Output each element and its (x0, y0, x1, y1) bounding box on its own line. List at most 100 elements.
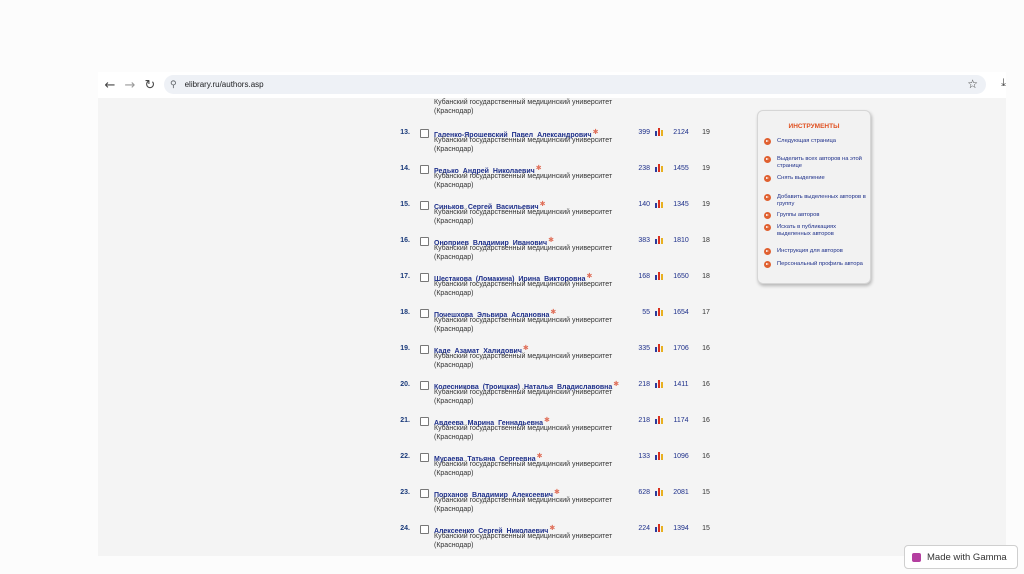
citations-count[interactable]: 1706 (670, 345, 692, 352)
citations-count[interactable]: 1174 (670, 417, 692, 424)
publications-count[interactable]: 218 (618, 417, 650, 424)
analysis-chart-icon[interactable] (655, 128, 663, 136)
citations-count[interactable]: 1394 (670, 525, 692, 532)
back-icon[interactable]: ← (100, 75, 120, 95)
row-number: 20. (400, 381, 410, 388)
publications-count[interactable]: 335 (618, 345, 650, 352)
author-row: 16. Оноприев Владимир Иванович✱ Кубански… (98, 235, 738, 271)
publications-count[interactable]: 399 (618, 129, 650, 136)
download-icon[interactable]: ⤓ (1001, 76, 1006, 90)
publications-count[interactable]: 168 (618, 273, 650, 280)
analysis-chart-icon[interactable] (655, 524, 663, 532)
row-number: 23. (400, 489, 410, 496)
address-bar[interactable]: ⚲ elibrary.ru/authors.asp ☆ (164, 75, 986, 94)
citations-count[interactable]: 2124 (670, 129, 692, 136)
author-affiliation: Кубанский государственный медицинский ун… (434, 425, 613, 441)
citations-count[interactable]: 1650 (670, 273, 692, 280)
tool-link[interactable]: Персональный профиль автора (764, 261, 867, 268)
arrow-bullet-icon (764, 212, 771, 219)
author-row: 15. Синьков Сергей Васильевич✱ Кубанский… (98, 199, 738, 235)
h-index: 19 (702, 129, 710, 136)
publications-count[interactable]: 628 (618, 489, 650, 496)
analysis-chart-icon[interactable] (655, 236, 663, 244)
made-with-gamma-badge[interactable]: Made with Gamma (904, 545, 1018, 569)
publications-count[interactable]: 140 (618, 201, 650, 208)
citations-count[interactable]: 1455 (670, 165, 692, 172)
analysis-chart-icon[interactable] (655, 308, 663, 316)
row-number: 21. (400, 417, 410, 424)
row-number: 15. (400, 201, 410, 208)
author-checkbox[interactable] (420, 381, 429, 390)
publications-count[interactable]: 238 (618, 165, 650, 172)
author-checkbox[interactable] (420, 309, 429, 318)
author-row: 19. Каде Азамат Халидович✱ Кубанский гос… (98, 343, 738, 379)
h-index: 18 (702, 273, 710, 280)
author-row: 18. Почешхова Эльвира Аслановна✱ Кубанск… (98, 307, 738, 343)
analysis-chart-icon[interactable] (655, 380, 663, 388)
h-index: 18 (702, 237, 710, 244)
citations-count[interactable]: 1810 (670, 237, 692, 244)
tools-title: ИНСТРУМЕНТЫ (788, 123, 840, 130)
author-affiliation: Кубанский государственный медицинский ун… (434, 281, 613, 297)
tool-link[interactable]: Следующая страница (764, 138, 867, 145)
author-affiliation: Кубанский государственный медицинский ун… (434, 209, 613, 225)
author-affiliation: Кубанский государственный медицинский ун… (434, 137, 613, 153)
arrow-bullet-icon (764, 194, 771, 201)
analysis-chart-icon[interactable] (655, 452, 663, 460)
profile-asterisk-icon: ✱ (549, 525, 556, 532)
analysis-chart-icon[interactable] (655, 344, 663, 352)
tool-link[interactable]: Добавить выделенных авторов в группу (764, 194, 867, 208)
tool-link[interactable]: Искать в публикациях выделенных авторов (764, 224, 867, 238)
arrow-bullet-icon (764, 248, 771, 255)
reload-icon[interactable]: ↻ (140, 75, 160, 95)
analysis-chart-icon[interactable] (655, 164, 663, 172)
analysis-chart-icon[interactable] (655, 272, 663, 280)
author-checkbox[interactable] (420, 417, 429, 426)
tool-link[interactable]: Снять выделение (764, 175, 867, 182)
author-checkbox[interactable] (420, 129, 429, 138)
publications-count[interactable]: 218 (618, 381, 650, 388)
author-checkbox[interactable] (420, 201, 429, 210)
url-text[interactable]: elibrary.ru/authors.asp (185, 80, 264, 89)
arrow-bullet-icon (764, 224, 771, 231)
profile-asterisk-icon: ✱ (535, 165, 542, 172)
h-index: 17 (702, 309, 710, 316)
author-checkbox[interactable] (420, 345, 429, 354)
publications-count[interactable]: 55 (618, 309, 650, 316)
author-row: 22. Мусаева Татьяна Сергеевна✱ Кубанский… (98, 451, 738, 487)
profile-asterisk-icon: ✱ (544, 417, 550, 424)
citations-count[interactable]: 1345 (670, 201, 692, 208)
citations-count[interactable]: 2081 (670, 489, 692, 496)
author-row: 21. Авдеева Марина Геннадьевна✱ Кубански… (98, 415, 738, 451)
row-number: 17. (400, 273, 410, 280)
publications-count[interactable]: 383 (618, 237, 650, 244)
partial-row: Кубанский государственный медицинский ун… (434, 98, 612, 116)
publications-count[interactable]: 133 (618, 453, 650, 460)
author-checkbox[interactable] (420, 237, 429, 246)
forward-icon[interactable]: → (120, 75, 140, 95)
row-number: 18. (400, 309, 410, 316)
profile-asterisk-icon: ✱ (592, 129, 599, 136)
citations-count[interactable]: 1096 (670, 453, 692, 460)
author-affiliation: Кубанский государственный медицинский ун… (434, 497, 613, 513)
bookmark-star-icon[interactable]: ☆ (967, 77, 978, 91)
citations-count[interactable]: 1654 (670, 309, 692, 316)
analysis-chart-icon[interactable] (655, 200, 663, 208)
arrow-bullet-icon (764, 156, 771, 163)
author-checkbox[interactable] (420, 165, 429, 174)
row-number: 19. (400, 345, 410, 352)
tool-link[interactable]: Выделить всех авторов на этой странице (764, 156, 867, 170)
profile-asterisk-icon: ✱ (553, 489, 560, 496)
analysis-chart-icon[interactable] (655, 416, 663, 424)
analysis-chart-icon[interactable] (655, 488, 663, 496)
author-checkbox[interactable] (420, 273, 429, 282)
citations-count[interactable]: 1411 (670, 381, 692, 388)
site-info-icon[interactable]: ⚲ (170, 80, 177, 90)
publications-count[interactable]: 224 (618, 525, 650, 532)
author-checkbox[interactable] (420, 453, 429, 462)
h-index: 16 (702, 453, 710, 460)
tool-link[interactable]: Группы авторов (764, 212, 867, 219)
tool-link[interactable]: Инструкция для авторов (764, 248, 867, 255)
author-checkbox[interactable] (420, 525, 429, 534)
author-checkbox[interactable] (420, 489, 429, 498)
